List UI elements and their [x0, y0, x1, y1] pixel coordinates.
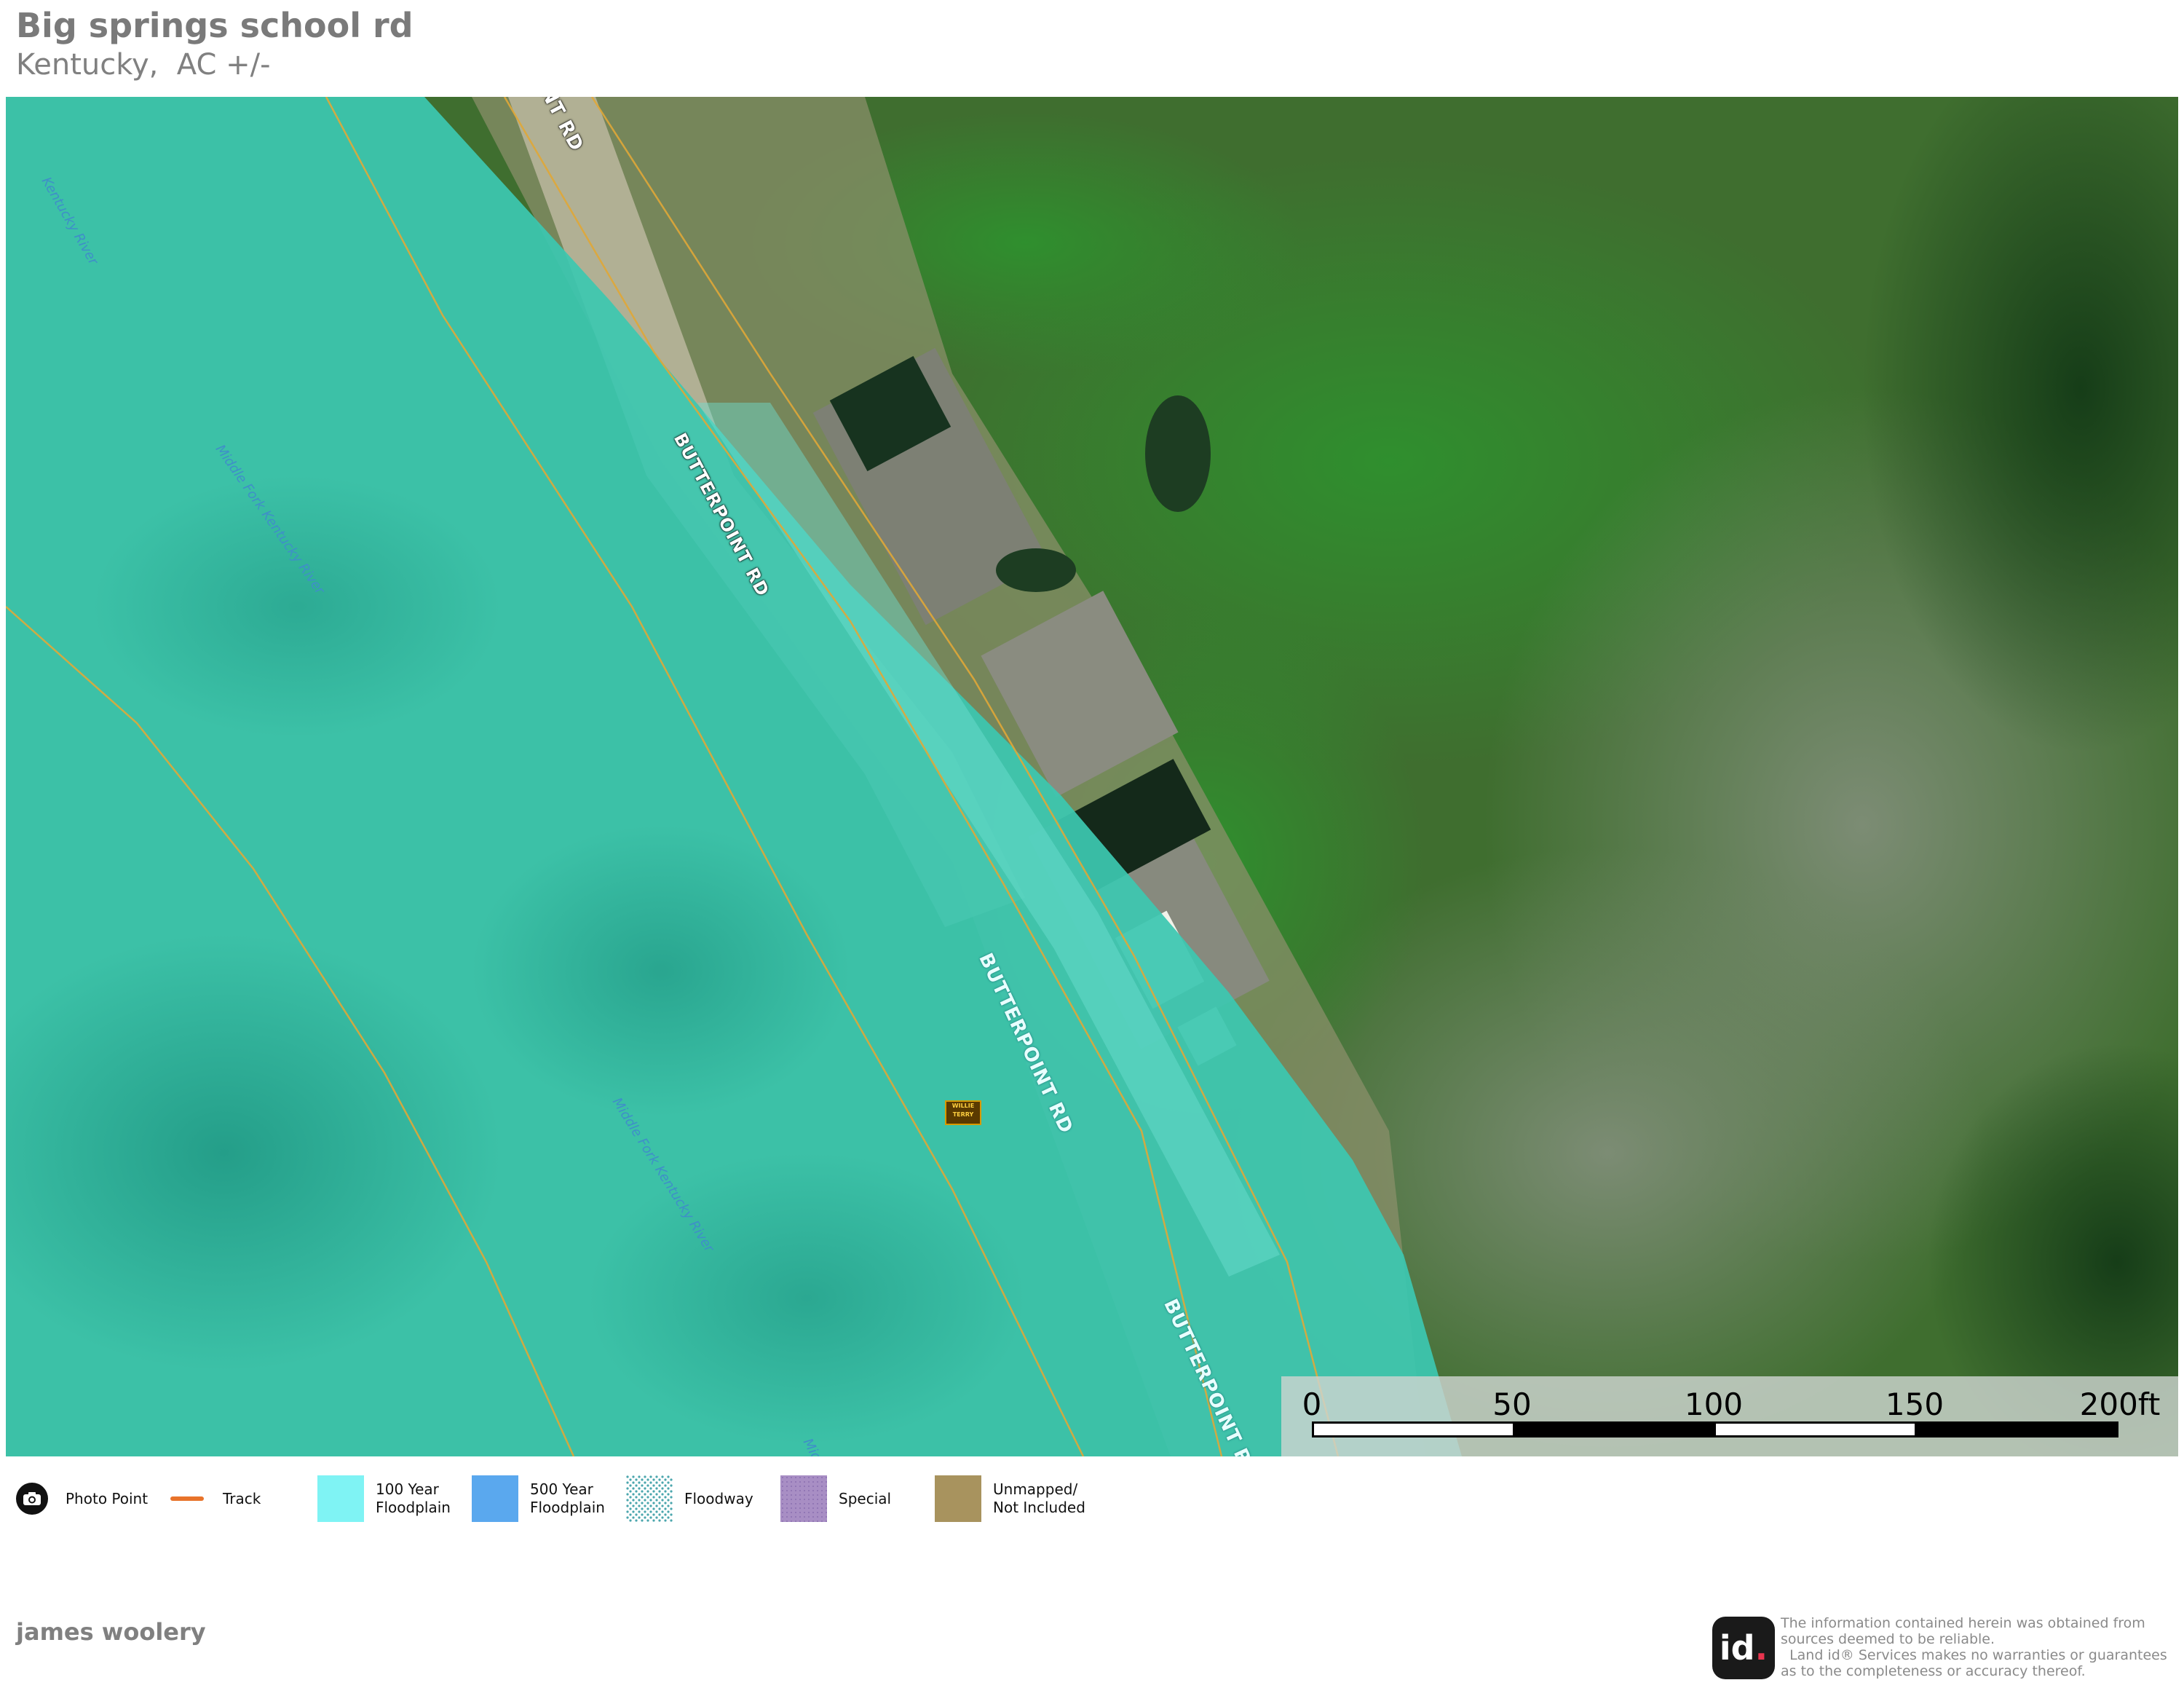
legend-special: Special — [780, 1475, 891, 1522]
legend-label: Track — [223, 1489, 261, 1507]
logo-dot: . — [1754, 1628, 1768, 1668]
floodplain-100-swatch — [317, 1475, 364, 1522]
marker-line-1: WILLIE — [951, 1103, 975, 1109]
legend-floodway: Floodway — [626, 1475, 753, 1522]
legend-unmapped: Unmapped/ Not Included — [935, 1475, 1085, 1522]
map-imagery — [6, 97, 2178, 1456]
scale-segment-1 — [1312, 1421, 1516, 1437]
land-id-logo: id. — [1712, 1617, 1775, 1679]
unmapped-swatch — [935, 1475, 981, 1522]
legend-100-year-floodplain: 100 Year Floodplain — [317, 1475, 451, 1522]
legend-photo-point: Photo Point — [16, 1475, 148, 1522]
legend-label: 500 Year Floodplain — [530, 1480, 605, 1516]
scale-segment-4 — [1915, 1421, 2118, 1437]
floodway-swatch — [626, 1475, 673, 1522]
disclaimer: The information contained herein was obt… — [1781, 1615, 2174, 1679]
special-swatch — [780, 1475, 827, 1522]
legend-label: Photo Point — [66, 1489, 149, 1507]
map-title: Big springs school rd — [16, 6, 414, 45]
logo-text: id — [1719, 1628, 1755, 1668]
map-subtitle: Kentucky, AC +/- — [16, 48, 271, 82]
author-name: james woolery — [16, 1618, 206, 1646]
legend-label: Unmapped/ Not Included — [993, 1480, 1085, 1516]
legend-label: 100 Year Floodplain — [376, 1480, 451, 1516]
scale-tick-100: 100 — [1684, 1387, 1744, 1422]
scale-segment-3 — [1714, 1421, 1918, 1437]
legend-label: Special — [839, 1489, 892, 1507]
legend-label: Floodway — [684, 1489, 753, 1507]
legend-500-year-floodplain: 500 Year Floodplain — [472, 1475, 605, 1522]
aerial-map[interactable]: NT RD BUTTERPOINT RD BUTTERPOINT RD BUTT… — [6, 97, 2178, 1456]
track-line-swatch — [170, 1496, 204, 1501]
camera-icon — [16, 1483, 48, 1515]
map-marker-label[interactable]: WILLIE TERRY — [945, 1100, 981, 1125]
marker-line-2: TERRY — [952, 1111, 974, 1118]
disclaimer-line: as to the completeness or accuracy there… — [1781, 1663, 2086, 1679]
disclaimer-line: The information contained herein was obt… — [1781, 1615, 2145, 1631]
scale-tick-0: 0 — [1302, 1387, 1322, 1422]
disclaimer-line: Land id® Services makes no warranties or… — [1781, 1647, 2167, 1663]
scale-bar: 0 50 100 150 200ft — [1281, 1376, 2178, 1456]
floodplain-500-swatch — [472, 1475, 518, 1522]
scale-tick-150: 150 — [1885, 1387, 1944, 1422]
map-legend: Photo Point Track 100 Year Floodplain 50… — [0, 1475, 1165, 1526]
scale-tick-200: 200ft — [2079, 1387, 2161, 1422]
scale-tick-50: 50 — [1492, 1387, 1532, 1422]
legend-track: Track — [170, 1475, 261, 1522]
scale-segment-2 — [1513, 1421, 1717, 1437]
disclaimer-line: sources deemed to be reliable. — [1781, 1631, 1995, 1647]
